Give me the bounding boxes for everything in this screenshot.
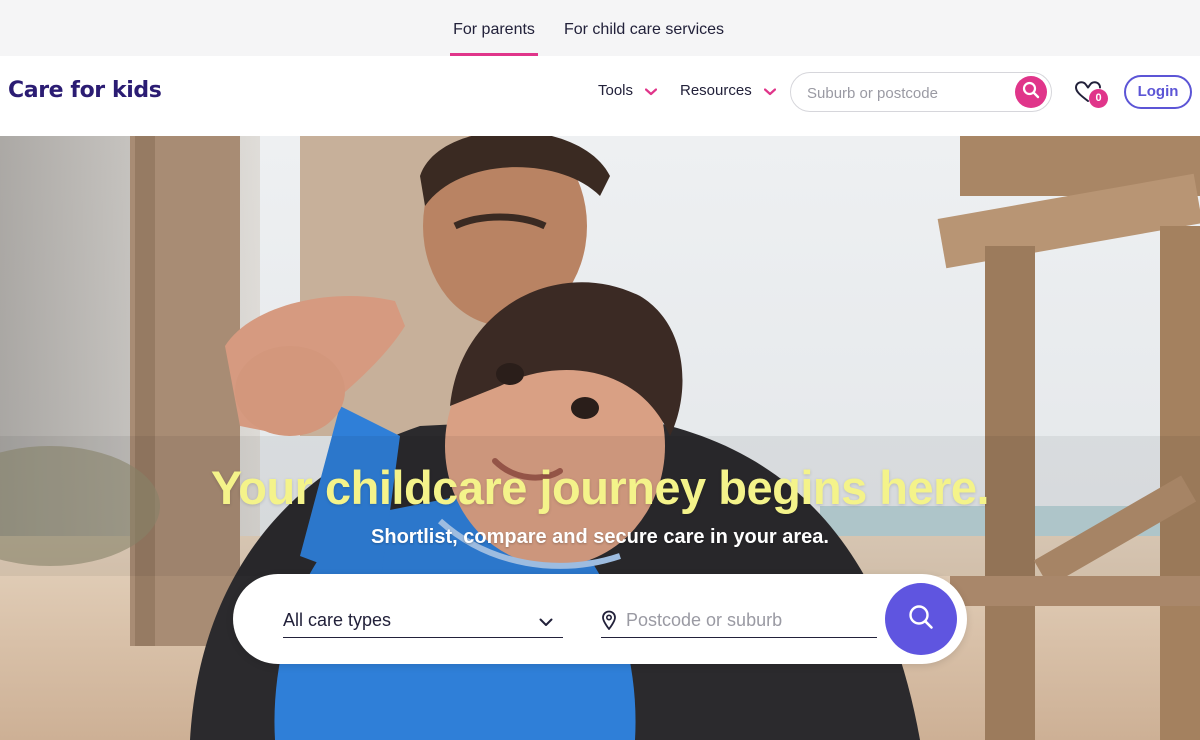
postcode-field [601,598,877,638]
search-icon [1022,81,1040,104]
chevron-down-icon [539,614,553,632]
hero-headline: Your childcare journey begins here. [210,461,990,514]
hero-subheadline: Shortlist, compare and secure care in yo… [371,526,829,548]
postcode-input[interactable] [626,608,871,632]
header-search-input[interactable] [807,82,997,104]
nav-tools-label: Tools [598,82,634,99]
nav-resources[interactable]: Resources [680,82,776,100]
chevron-down-icon [645,83,658,100]
favourites-button[interactable]: 0 [1074,80,1110,110]
search-icon [907,603,935,636]
nav-resources-label: Resources [680,82,752,99]
tab-for-child-care-services[interactable]: For child care services [556,0,732,56]
location-pin-icon [601,610,617,635]
hero-section: Your childcare journey begins here. Shor… [0,136,1200,740]
main-header: Care for kids Tools Resources 0 Login [0,56,1200,136]
header-search [790,72,1052,112]
chevron-down-icon [763,83,776,100]
tab-for-parents[interactable]: For parents [450,0,538,56]
login-button[interactable]: Login [1124,75,1192,109]
favourites-count-badge: 0 [1089,89,1108,108]
header-search-button[interactable] [1015,76,1047,108]
care-type-selected: All care types [283,610,392,630]
hero-search-button[interactable] [885,583,957,655]
nav-tools[interactable]: Tools [598,82,658,100]
hero-search-card: All care types [233,574,967,664]
audience-bar: For parents For child care services [0,0,1200,56]
logo[interactable]: Care for kids [8,78,162,103]
care-type-select[interactable]: All care types [283,598,563,638]
